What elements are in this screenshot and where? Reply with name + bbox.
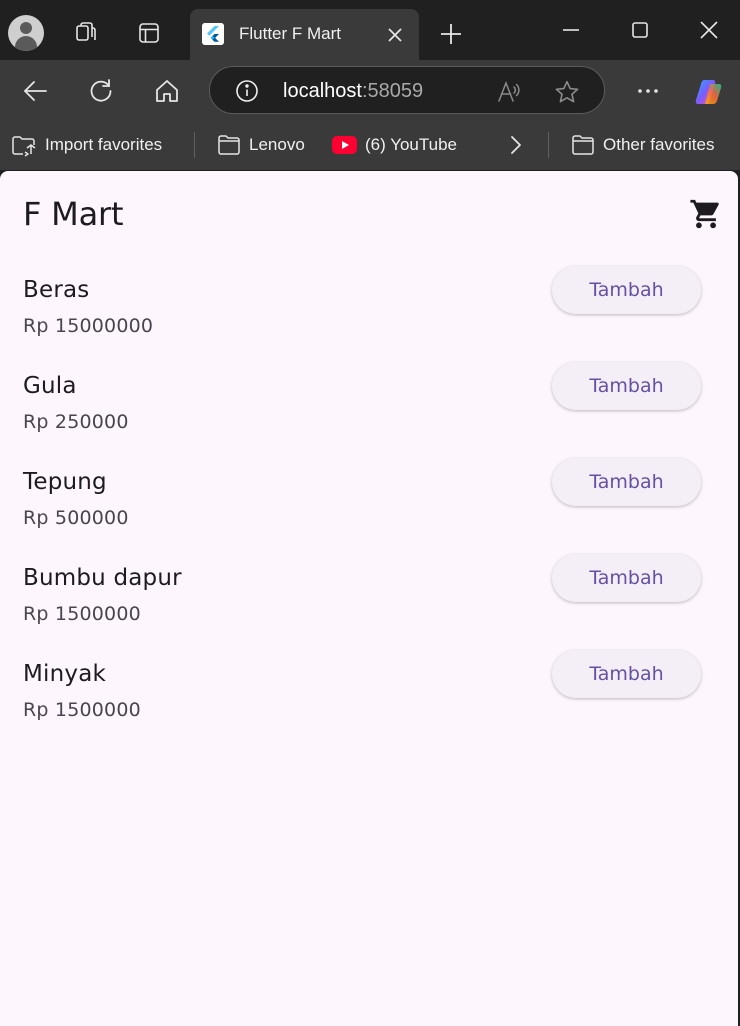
product-price: Rp 1500000 <box>23 699 141 721</box>
product-name: Bumbu dapur <box>23 565 182 591</box>
refresh-icon[interactable] <box>87 77 115 105</box>
product-item: Beras Rp 15000000 Tambah <box>0 266 738 373</box>
flutter-logo-icon <box>202 23 224 45</box>
favorite-label: Lenovo <box>249 135 305 154</box>
youtube-icon <box>332 136 357 154</box>
favorites-divider <box>194 132 195 158</box>
add-to-cart-button[interactable]: Tambah <box>552 554 701 602</box>
product-price: Rp 15000000 <box>23 315 154 337</box>
product-item: Bumbu dapur Rp 1500000 Tambah <box>0 554 738 661</box>
favorite-label: (6) YouTube <box>365 135 457 154</box>
browser-title-bar: Flutter F Mart <box>0 0 740 60</box>
more-options-icon[interactable] <box>634 77 662 105</box>
product-item: Gula Rp 250000 Tambah <box>0 362 738 469</box>
tab-title: Flutter F Mart <box>239 24 342 43</box>
browser-toolbar: localhost:58059 <box>0 60 740 120</box>
import-favorites-icon <box>12 136 36 157</box>
favorite-star-icon[interactable] <box>554 79 580 105</box>
shopping-cart-icon[interactable] <box>689 197 723 231</box>
favorite-label: Other favorites <box>603 135 715 154</box>
minimize-icon[interactable] <box>559 18 583 42</box>
product-item: Minyak Rp 1500000 Tambah <box>0 650 738 757</box>
address-bar[interactable]: localhost:58059 <box>209 66 605 114</box>
profile-avatar-icon[interactable] <box>8 15 44 51</box>
product-price: Rp 500000 <box>23 507 129 529</box>
favorite-import-favorites[interactable]: Import favorites <box>11 132 162 158</box>
copilot-icon[interactable] <box>694 76 726 108</box>
add-to-cart-button[interactable]: Tambah <box>552 458 701 506</box>
read-aloud-icon[interactable] <box>496 79 522 105</box>
favorites-divider <box>548 132 549 158</box>
vertical-tabs-icon[interactable] <box>137 21 161 45</box>
product-name: Minyak <box>23 661 107 687</box>
maximize-icon[interactable] <box>628 18 652 42</box>
home-icon[interactable] <box>153 77 181 105</box>
favorites-bar: Import favorites Lenovo (6) YouTube Othe… <box>0 120 740 170</box>
workspaces-icon[interactable] <box>74 21 98 45</box>
back-arrow-icon[interactable] <box>21 77 49 105</box>
add-to-cart-button[interactable]: Tambah <box>552 362 701 410</box>
product-item: Tepung Rp 500000 Tambah <box>0 458 738 565</box>
app-viewport: F Mart Beras Rp 15000000 Tambah Gula Rp … <box>0 171 738 1026</box>
site-info-icon[interactable] <box>235 79 259 103</box>
folder-icon <box>218 135 240 155</box>
close-window-icon[interactable] <box>697 18 721 42</box>
close-tab-icon[interactable] <box>386 26 404 44</box>
tab-flutter-f-mart[interactable]: Flutter F Mart <box>190 9 419 60</box>
product-price: Rp 250000 <box>23 411 129 433</box>
folder-icon <box>572 135 594 155</box>
product-name: Gula <box>23 373 77 399</box>
url-port: :58059 <box>361 80 424 102</box>
app-title: F Mart <box>23 195 124 233</box>
product-price: Rp 1500000 <box>23 603 141 625</box>
product-name: Beras <box>23 277 90 303</box>
url-text[interactable]: localhost:58059 <box>283 80 423 103</box>
add-to-cart-button[interactable]: Tambah <box>552 266 701 314</box>
favorite-youtube[interactable]: (6) YouTube <box>332 132 457 158</box>
favorite-other-favorites[interactable]: Other favorites <box>571 132 715 158</box>
chevron-right-icon[interactable] <box>505 132 529 158</box>
new-tab-icon[interactable] <box>439 22 463 46</box>
product-name: Tepung <box>23 469 107 495</box>
favorite-label: Import favorites <box>45 135 163 154</box>
add-to-cart-button[interactable]: Tambah <box>552 650 701 698</box>
favorite-lenovo[interactable]: Lenovo <box>217 132 305 158</box>
